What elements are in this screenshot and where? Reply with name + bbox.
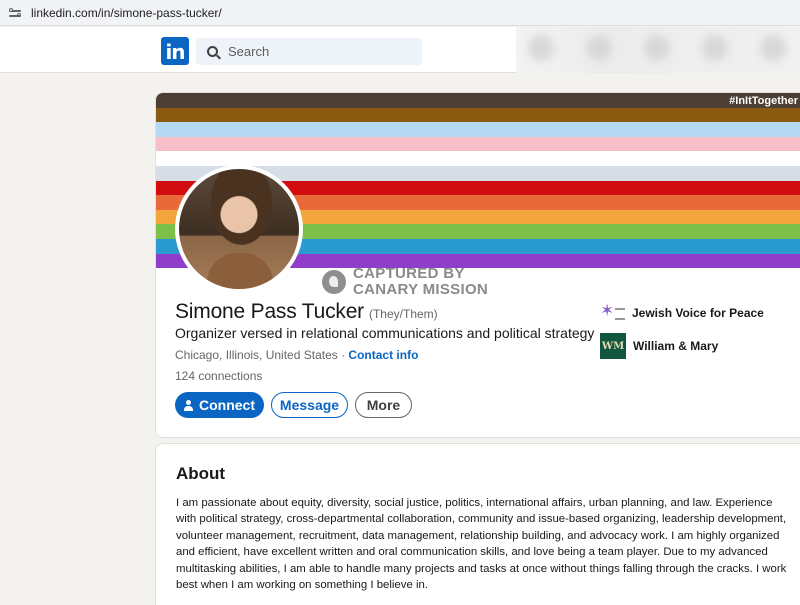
banner-hashtag: #InItTogether <box>729 95 798 107</box>
watermark: CAPTURED BY CANARY MISSION <box>322 266 488 298</box>
avatar[interactable] <box>175 165 303 293</box>
org-jewish-voice-for-peace[interactable]: Jewish Voice for Peace <box>600 301 764 323</box>
connect-button[interactable]: Connect <box>175 392 264 418</box>
about-card: About I am passionate about equity, dive… <box>155 443 800 605</box>
canary-icon <box>322 270 346 294</box>
watermark-line-2: CANARY MISSION <box>353 281 489 298</box>
add-person-icon <box>184 399 195 411</box>
browser-address-bar[interactable]: linkedin.com/in/simone-pass-tucker/ <box>0 0 800 26</box>
org-name: Jewish Voice for Peace <box>632 306 764 320</box>
url-text[interactable]: linkedin.com/in/simone-pass-tucker/ <box>31 6 222 20</box>
search-icon <box>207 46 218 57</box>
profile-headline: Organizer versed in relational communica… <box>175 325 595 341</box>
contact-info-link[interactable]: Contact info <box>348 348 418 362</box>
search-input[interactable]: Search <box>196 38 422 65</box>
org-name: William & Mary <box>633 339 719 353</box>
about-title: About <box>176 464 226 483</box>
connections-count[interactable]: 124 connections <box>175 369 262 383</box>
separator: · <box>337 348 349 362</box>
name-row: Simone Pass Tucker (They/Them) <box>175 300 438 324</box>
banner-stripe <box>156 122 800 137</box>
message-button[interactable]: Message <box>271 392 348 418</box>
site-settings-icon[interactable] <box>8 6 22 20</box>
jvp-logo-icon <box>600 301 625 323</box>
banner-stripe <box>156 93 800 108</box>
search-placeholder: Search <box>228 44 270 59</box>
location-line: Chicago, Illinois, United States · Conta… <box>175 348 418 362</box>
about-text: I am passionate about equity, diversity,… <box>176 497 787 592</box>
connect-label: Connect <box>199 397 255 413</box>
linkedin-logo-icon[interactable]: in <box>161 37 189 65</box>
banner-stripe <box>156 151 800 166</box>
linkedin-nav-bar: in Search <box>0 27 800 73</box>
pronouns: (They/Them) <box>368 307 438 321</box>
nav-icons-blurred <box>516 27 800 73</box>
more-button[interactable]: More <box>355 392 412 418</box>
watermark-line-1: CAPTURED BY <box>353 265 465 282</box>
wm-logo-icon: WM <box>600 333 626 359</box>
org-william-and-mary[interactable]: WM William & Mary <box>600 333 718 359</box>
banner-stripe <box>156 136 800 152</box>
location: Chicago, Illinois, United States <box>175 348 338 362</box>
profile-name: Simone Pass Tucker <box>175 300 364 323</box>
banner-stripe <box>156 107 800 123</box>
